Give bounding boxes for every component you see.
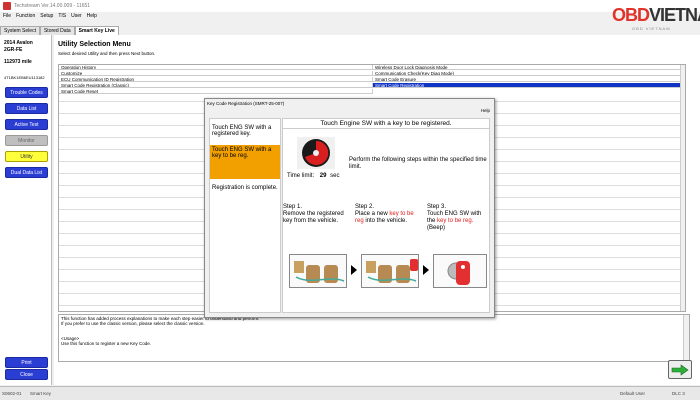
utility-item[interactable]: Wireless Door Lock Diagnosis Mode	[373, 65, 682, 70]
vehicle-engine: 2GR-FE	[4, 47, 23, 53]
key-removal-image	[294, 261, 345, 283]
status-code: S0602-01	[2, 391, 22, 396]
timer-icon	[297, 137, 335, 169]
step-list: Touch ENG SW with a registered key. Touc…	[209, 118, 281, 313]
next-button[interactable]	[668, 360, 692, 379]
utility-button[interactable]: Utility	[5, 151, 48, 162]
dual-data-list-button[interactable]: Dual Data List	[5, 167, 48, 178]
step-1-title: Step 1.	[283, 204, 303, 210]
tab-system-select[interactable]: System Select	[0, 26, 40, 35]
utility-item[interactable]: ECU Communication ID Registration	[59, 77, 373, 82]
app-icon	[3, 2, 11, 10]
utility-item[interactable]: Operation History	[59, 65, 373, 70]
next-arrow-icon	[671, 363, 689, 376]
utility-item[interactable]: Smart Code Erasure	[373, 77, 682, 82]
time-limit-unit: sec	[330, 173, 340, 179]
tab-smart-key-live[interactable]: Smart Key Live	[74, 26, 119, 35]
title-bar: Techstream Ver.14.00.009 - 11651	[0, 0, 700, 12]
menu-function[interactable]: Function	[16, 13, 35, 22]
menu-setup[interactable]: Setup	[40, 13, 53, 22]
menu-file[interactable]: File	[3, 13, 11, 22]
step-item: Touch ENG SW with a registered key.	[212, 125, 272, 137]
step-1-illustration	[289, 254, 347, 288]
logo-tagline: OBD VIETNAM	[632, 26, 671, 31]
step-item: Registration is complete.	[212, 185, 278, 191]
step-3-title: Step 3.	[427, 204, 447, 210]
description-box: This function has added process explanat…	[58, 314, 690, 362]
time-limit-label: Time limit:	[287, 173, 315, 179]
arrow-icon	[423, 265, 429, 275]
data-list-button[interactable]: Data List	[5, 103, 48, 114]
time-limit: Time limit: 29 sec	[287, 173, 339, 180]
step-3-key-to-be-reg: key to be reg.	[437, 218, 474, 224]
vehicle-vin: 4T1BK1EB6EU113182	[4, 75, 45, 80]
vehicle-mileage: 112973 mile	[4, 59, 32, 65]
step-1: Step 1. Remove the registered key from t…	[283, 204, 349, 225]
key-code-registration-dialog: Key Code Registration (SMRT-25-007) Help…	[204, 98, 495, 318]
time-limit-value: 29	[319, 173, 327, 179]
menu-user[interactable]: User	[71, 13, 82, 22]
utility-item[interactable]: Communication Check(Key Diag Mode)	[373, 71, 682, 76]
step-1-text: Remove the registered key from the vehic…	[283, 211, 344, 224]
grid-scrollbar[interactable]	[680, 65, 685, 311]
monitor-button[interactable]: Monitor	[5, 135, 48, 146]
engine-switch-touch-image	[447, 261, 470, 285]
window-title: Techstream Ver.14.00.009 - 11651	[14, 3, 91, 9]
active-test-button[interactable]: Active Test	[5, 119, 48, 130]
page-subtitle: Select desired Utility and then press Ne…	[58, 51, 156, 56]
arrow-icon	[351, 265, 357, 275]
menu-help[interactable]: Help	[87, 13, 97, 22]
step-2-text: Place a new	[355, 211, 388, 217]
tab-strip: System Select Stored Data Smart Key Live	[0, 26, 119, 35]
menu-bar: File Function Setup TIS User Help	[0, 13, 97, 22]
step-2-text-end: into the vehicle.	[365, 218, 408, 224]
status-user: Default User	[620, 391, 646, 396]
menu-tis[interactable]: TIS	[58, 13, 66, 22]
utility-item-selected[interactable]: Smart Code Registration	[373, 83, 682, 88]
utility-item[interactable]: Smart Code Reset	[59, 89, 373, 94]
status-module: Smart Key	[30, 391, 52, 396]
page-title: Utility Selection Menu	[58, 41, 131, 48]
utility-item[interactable]: Customize	[59, 71, 373, 76]
print-button[interactable]: Print	[5, 357, 48, 368]
left-panel: 2014 Avalon 2GR-FE 112973 mile 4T1BK1EB6…	[0, 35, 52, 385]
step-3-illustration	[433, 254, 487, 288]
step-2-title: Step 2.	[355, 204, 375, 210]
logo-part-1: OBD	[612, 5, 650, 25]
key-placement-image	[366, 259, 418, 283]
status-bar: S0602-01 Smart Key Default User DLC 3	[0, 386, 700, 400]
dialog-help-link[interactable]: Help	[481, 108, 490, 113]
step-2-illustration	[361, 254, 419, 288]
tab-stored-data[interactable]: Stored Data	[39, 26, 75, 35]
vehicle-model: 2014 Avalon	[4, 40, 33, 46]
step-3-beep: (Beep)	[427, 225, 446, 231]
trouble-codes-button[interactable]: Trouble Codes	[5, 87, 48, 98]
logo-part-2: VIETNAM	[649, 5, 700, 25]
step-item-current: Touch ENG SW with a key to be reg.	[210, 145, 280, 179]
step-3: Step 3. Touch ENG SW with the key to be …	[427, 204, 491, 232]
utility-item[interactable]: Smart Code Registration (Classic)	[59, 83, 373, 88]
instruction-text: Perform the following steps within the s…	[349, 157, 487, 170]
dialog-header: Touch Engine SW with a key to be registe…	[283, 119, 489, 129]
close-button[interactable]: Close	[5, 369, 48, 380]
logo: OBDVIETNAM OBD VIETNAM	[612, 5, 700, 31]
description-line: Use this function to register a new Key …	[61, 341, 152, 346]
description-scrollbar[interactable]	[683, 315, 689, 361]
dialog-title: Key Code Registration (SMRT-25-007)	[207, 101, 285, 106]
step-2: Step 2. Place a new key to be reg into t…	[355, 204, 423, 225]
status-dlc: DLC 3	[672, 391, 685, 396]
dialog-content: Touch Engine SW with a key to be registe…	[282, 118, 490, 313]
